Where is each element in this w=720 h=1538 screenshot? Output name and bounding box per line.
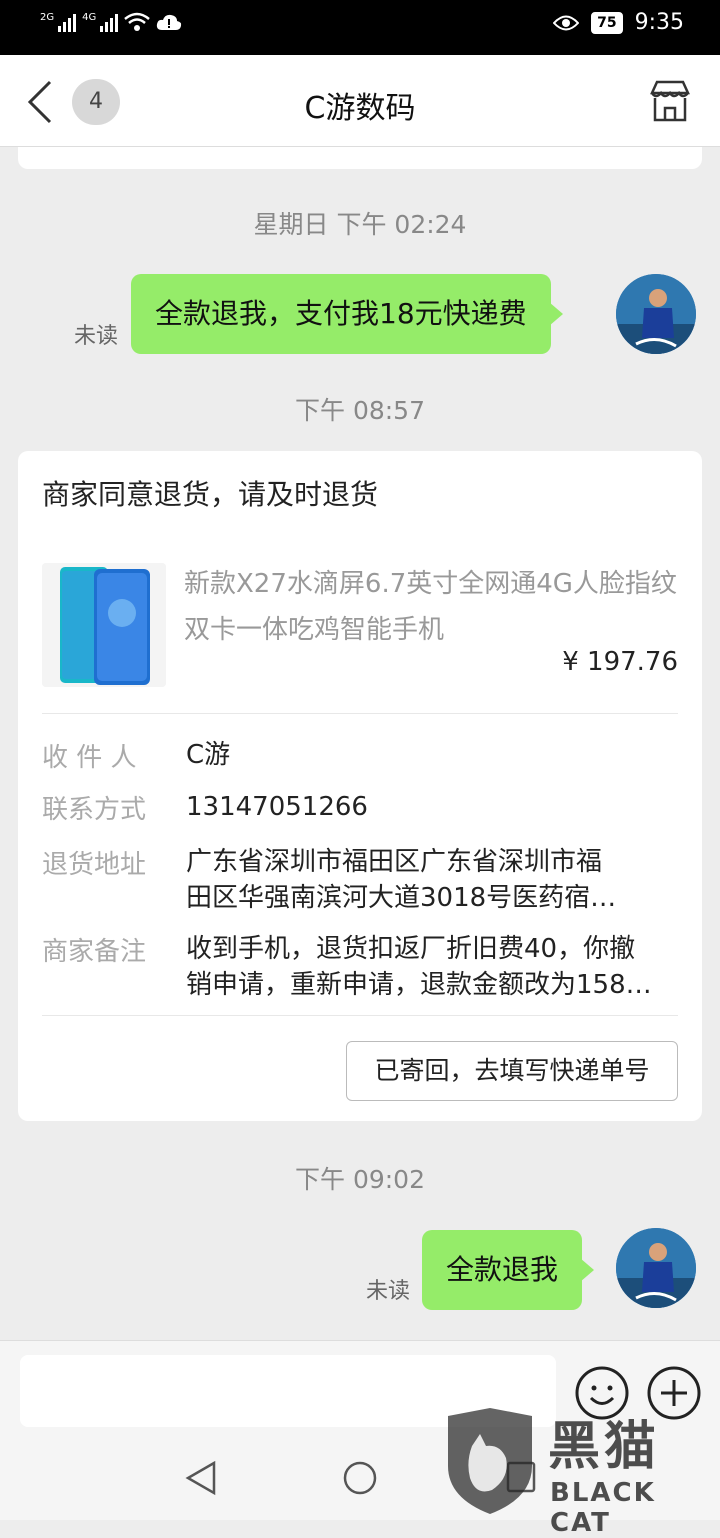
unread-status: 未读 [366,1279,411,1304]
recipient-value: C游 [186,740,231,770]
recipient-label: 收 件 人 [42,743,137,773]
note-line-1: 收到手机，退货扣返厂折旧费40，你撤 [186,934,636,964]
eye-icon [553,15,580,30]
watermark-text: 黑猫 [548,1417,661,1477]
card-title: 商家同意退货，请及时退货 [42,478,379,511]
sim2-label: 4G [82,12,97,23]
timestamp: 下午 08:57 [295,396,425,425]
previous-card-edge [18,147,702,169]
page-title: C游数码 [304,91,416,126]
product-image[interactable] [42,563,166,687]
black-cat-logo-icon [448,1408,532,1514]
return-approval-card: 商家同意退货，请及时退货 新款X27水滴屏6.7英寸全网通4G人脸指纹双卡一体吃… [18,451,702,1121]
note-line-2: 销申请，重新申请，退款金额改为158… [186,970,652,1000]
fill-tracking-number-button[interactable]: 已寄回，去填写快递单号 [346,1041,678,1101]
avatar[interactable] [616,1228,696,1308]
signal-icon-2: 4G [82,12,119,32]
address-line-1: 广东省深圳市福田区广东省深圳市福 [186,847,603,877]
divider [42,713,678,714]
timestamp: 星期日 下午 02:24 [253,210,467,239]
divider [42,1015,678,1016]
product-name[interactable]: 新款X27水滴屏6.7英寸全网通4G人脸指纹双卡一体吃鸡智能手机 [184,561,684,653]
nav-back-icon[interactable] [184,1460,218,1496]
status-bar: 2G 4G 75 9:35 [0,0,720,55]
title-bar: 4 C游数码 [0,55,720,147]
unread-status: 未读 [74,324,119,349]
sim1-label: 2G [40,12,55,23]
battery-indicator: 75 [591,11,623,34]
avatar[interactable] [616,274,696,354]
wifi-icon [124,12,151,31]
note-label: 商家备注 [42,937,147,967]
signal-icon: 2G [40,12,77,32]
nav-home-icon[interactable] [342,1460,378,1496]
shop-icon[interactable] [648,79,692,123]
watermark: 黑猫 BLACK CAT [440,1404,710,1538]
message-bubble[interactable]: 全款退我，支付我18元快递费 [131,274,563,354]
clock: 9:35 [634,10,684,35]
watermark-subtext: BLACK CAT [550,1478,656,1538]
address-line-2: 田区华强南滨河大道3018号医药宿… [186,883,617,913]
contact-value: 13147051266 [186,792,368,822]
address-label: 退货地址 [42,850,147,880]
timestamp: 下午 09:02 [295,1165,425,1194]
message-bubble[interactable]: 全款退我 [422,1230,595,1310]
contact-label: 联系方式 [42,795,147,825]
cloud-alert-icon [157,14,182,30]
product-price: ¥ 197.76 [562,647,678,677]
